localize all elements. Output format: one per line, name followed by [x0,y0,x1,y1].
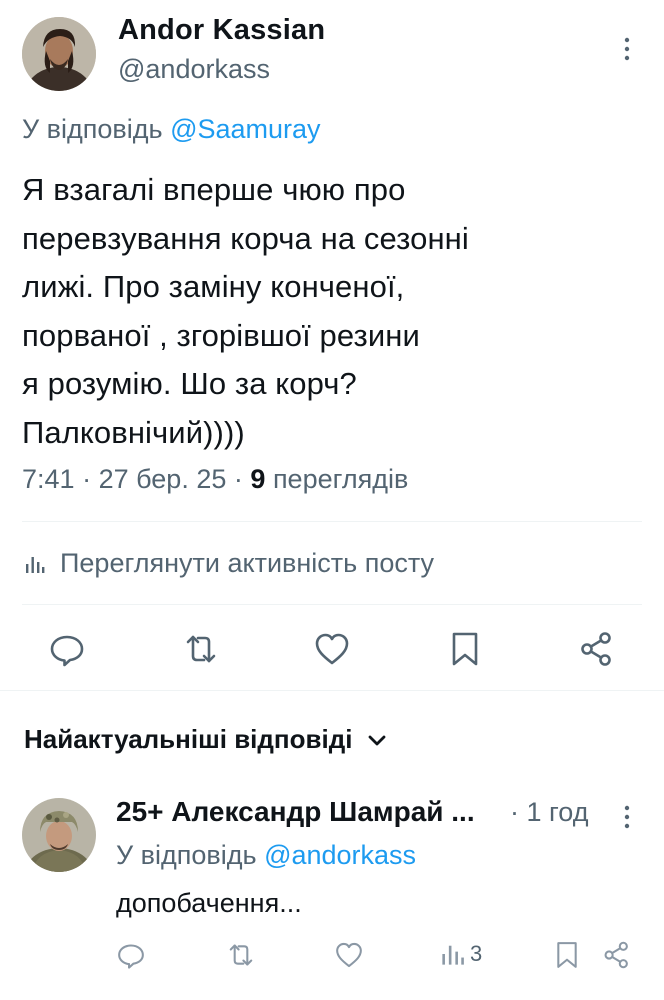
more-options-icon[interactable] [612,802,642,832]
tweet-text: Я взагалі вперше чюю про перевзування ко… [22,172,469,450]
reply-icon[interactable] [48,630,86,668]
tweet-time[interactable]: 7:41 [22,464,75,494]
chevron-down-icon [369,735,386,745]
reply-views-count: 3 [470,941,483,966]
retweet-icon[interactable] [182,630,220,668]
author-avatar[interactable] [22,17,96,91]
post-activity-link[interactable]: Переглянути активність посту [24,548,434,579]
reply-prefix: У відповідь [22,114,163,144]
divider [22,604,642,605]
reply-context: У відповідь @andorkass [116,840,416,871]
views-label: переглядів [272,464,409,494]
divider [22,521,642,522]
reply-text: допобачення... [116,888,302,918]
meta-separator: · [233,464,243,494]
reply-time[interactable]: · 1 год [510,797,588,828]
analytics-icon [26,556,45,573]
like-icon[interactable] [334,940,364,970]
views-count: 9 [250,464,266,494]
reply-mention-link[interactable]: @andorkass [264,840,416,870]
more-options-icon[interactable] [612,34,642,64]
bookmark-icon[interactable] [552,940,582,970]
analytics-icon [442,945,464,965]
tweet-date[interactable]: 27 бер. 25 [99,464,227,494]
replies-sort-dropdown[interactable]: Найактуальніші відповіді [24,724,388,755]
reply-mention-link[interactable]: @Saamuray [170,114,320,144]
replies-sort-label: Найактуальніші відповіді [24,724,353,754]
author-name[interactable]: Andor Kassian [118,14,325,47]
meta-separator: · [82,464,92,494]
author-handle[interactable]: @andorkass [118,54,270,85]
like-icon[interactable] [313,630,351,668]
share-icon[interactable] [602,940,632,970]
share-icon[interactable] [578,630,616,668]
reply-context: У відповідь @Saamuray [22,114,321,145]
section-divider [0,690,664,691]
reply-author-avatar[interactable] [22,798,96,872]
reply-author-name[interactable]: 25+ Александр Шамрай ... [116,796,475,828]
tweet-meta: 7:41 · 27 бер. 25 · 9 переглядів [22,464,408,495]
reply-icon[interactable] [116,940,146,970]
reply-prefix: У відповідь [116,840,257,870]
retweet-icon[interactable] [226,940,256,970]
bookmark-icon[interactable] [446,630,484,668]
activity-label: Переглянути активність посту [60,548,435,578]
reply-views-button[interactable]: 3 [440,941,482,967]
